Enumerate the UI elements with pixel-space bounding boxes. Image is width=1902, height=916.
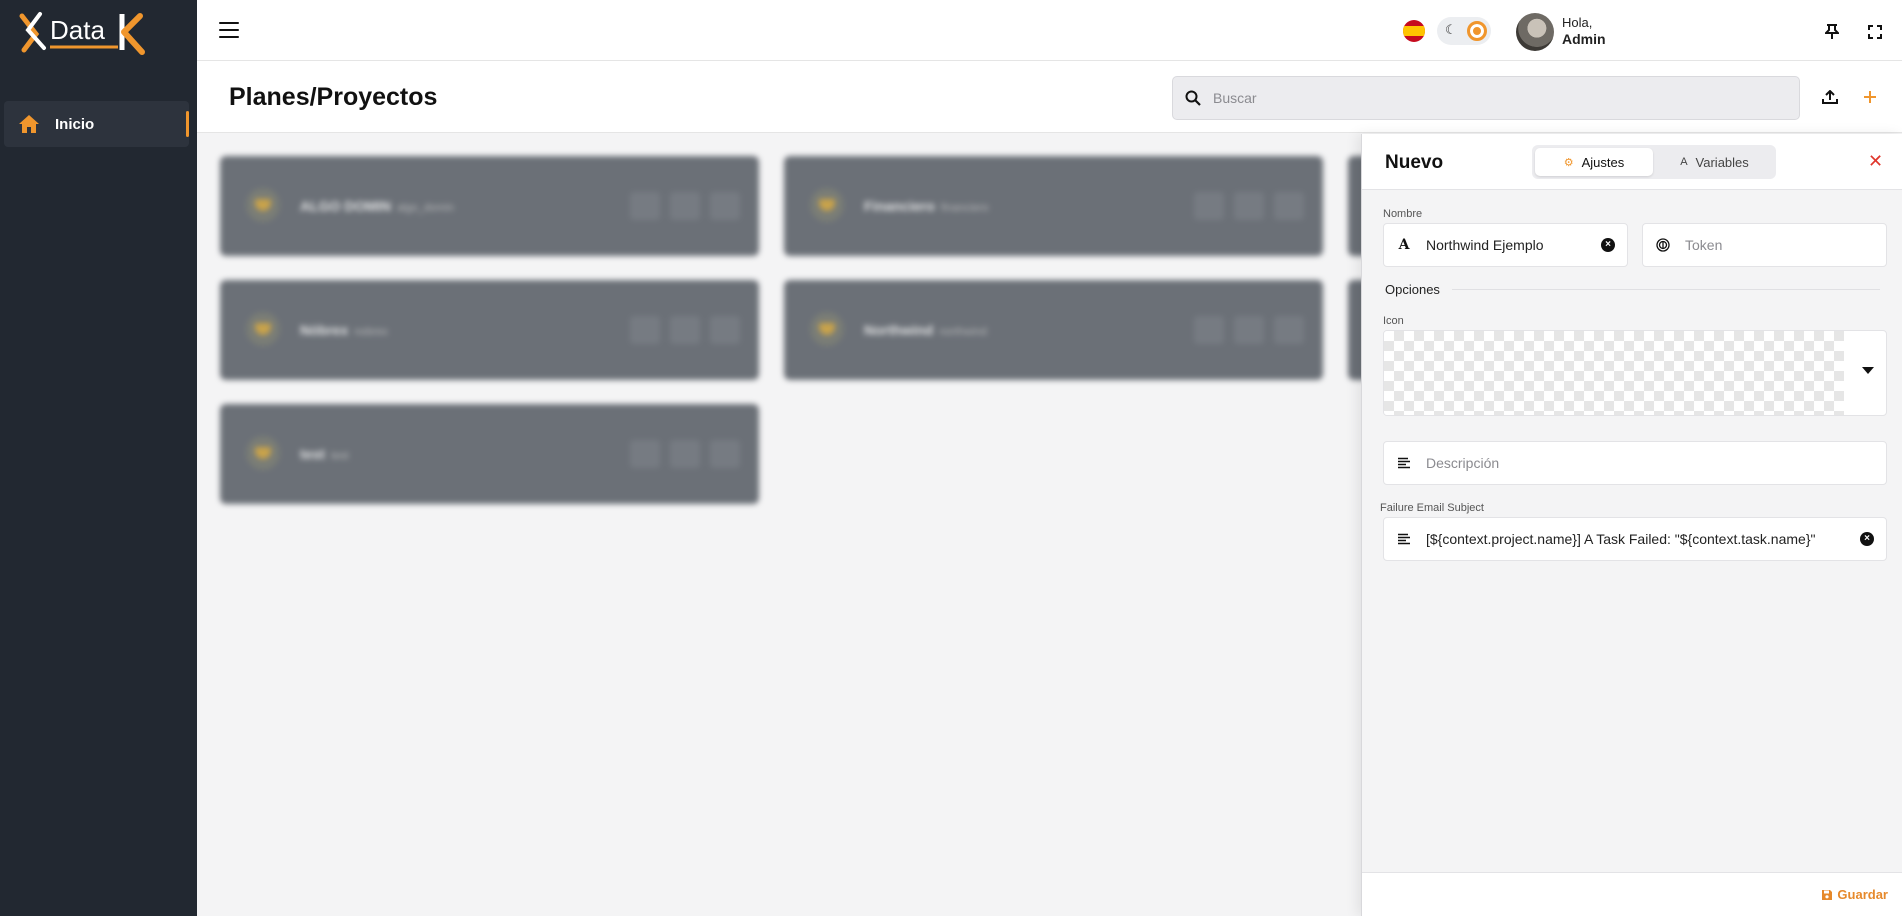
delete-button[interactable] bbox=[710, 440, 740, 468]
close-icon[interactable]: ✕ bbox=[1868, 151, 1883, 172]
project-name: ALGO DOMIN algo_domin bbox=[300, 198, 454, 214]
sidebar-item-label: Inicio bbox=[55, 115, 95, 133]
settings-icon: ⚙ bbox=[1563, 156, 1574, 169]
token-placeholder: Token bbox=[1685, 237, 1723, 253]
align-left-icon bbox=[1396, 533, 1412, 545]
greeting-text: Hola, bbox=[1562, 15, 1593, 30]
project-icon bbox=[246, 436, 280, 470]
save-button[interactable]: Guardar bbox=[1821, 887, 1888, 902]
sun-icon bbox=[1467, 21, 1487, 41]
text-format-icon: A bbox=[1398, 237, 1410, 253]
pin-icon bbox=[1825, 24, 1839, 39]
align-left-icon bbox=[1396, 457, 1412, 469]
download-button[interactable] bbox=[1234, 316, 1264, 344]
top-bar bbox=[197, 0, 1902, 61]
datak-logo[interactable]: Data bbox=[18, 8, 174, 56]
save-label: Guardar bbox=[1837, 887, 1888, 902]
project-name: Northwind northwind bbox=[864, 322, 987, 338]
download-button[interactable] bbox=[670, 440, 700, 468]
fingerprint-icon bbox=[1655, 238, 1671, 252]
drawer-footer: Guardar bbox=[1362, 872, 1902, 916]
active-indicator bbox=[186, 111, 189, 137]
failure-subject-field[interactable]: [${context.project.name}] A Task Failed:… bbox=[1383, 517, 1887, 561]
caret-down-icon[interactable] bbox=[1862, 367, 1874, 374]
delete-button[interactable] bbox=[710, 192, 740, 220]
project-icon bbox=[810, 188, 844, 222]
upload-icon bbox=[1822, 90, 1838, 104]
project-card[interactable]: Financiero financiero bbox=[784, 156, 1323, 256]
project-name: Nóbrex nobrex bbox=[300, 322, 388, 338]
clear-icon[interactable]: × bbox=[1860, 532, 1874, 546]
project-icon bbox=[810, 312, 844, 346]
edit-button[interactable] bbox=[630, 316, 660, 344]
upload-button[interactable] bbox=[1814, 81, 1846, 113]
fullscreen-icon bbox=[1868, 25, 1882, 39]
delete-button[interactable] bbox=[710, 316, 740, 344]
edit-button[interactable] bbox=[630, 440, 660, 468]
user-name: Admin bbox=[1562, 31, 1606, 47]
sidebar: Data Inicio bbox=[0, 0, 197, 916]
page-header: Planes/Proyectos bbox=[197, 61, 1902, 133]
token-field[interactable]: Token bbox=[1642, 223, 1887, 267]
tab-label: Ajustes bbox=[1581, 154, 1625, 170]
plus-icon bbox=[1864, 91, 1876, 103]
icon-picker[interactable] bbox=[1383, 330, 1887, 416]
drawer-header: Nuevo ⚙ Ajustes A Variables ✕ bbox=[1362, 134, 1902, 190]
project-icon bbox=[246, 188, 280, 222]
project-name: test test bbox=[300, 446, 349, 462]
nombre-label: Nombre bbox=[1383, 208, 1423, 220]
failure-subject-value: [${context.project.name}] A Task Failed:… bbox=[1426, 531, 1816, 547]
svg-text:Data: Data bbox=[50, 15, 105, 45]
edit-button[interactable] bbox=[1194, 316, 1224, 344]
tab-label: Variables bbox=[1695, 154, 1749, 170]
home-icon bbox=[17, 112, 41, 136]
edit-button[interactable] bbox=[1194, 192, 1224, 220]
avatar[interactable] bbox=[1516, 13, 1554, 51]
project-card[interactable]: Northwind northwind bbox=[784, 280, 1323, 380]
opciones-heading: Opciones bbox=[1385, 282, 1440, 297]
divider bbox=[1452, 289, 1880, 290]
search-icon bbox=[1185, 90, 1201, 106]
delete-button[interactable] bbox=[1274, 316, 1304, 344]
clear-icon[interactable]: × bbox=[1601, 238, 1615, 252]
floppy-icon bbox=[1822, 889, 1833, 900]
user-greeting[interactable]: Hola, Admin bbox=[1562, 15, 1606, 47]
download-button[interactable] bbox=[1234, 192, 1264, 220]
text-icon: A bbox=[1680, 156, 1688, 168]
project-card[interactable]: test test bbox=[220, 404, 759, 504]
fullscreen-button[interactable] bbox=[1857, 15, 1893, 49]
drawer-title: Nuevo bbox=[1385, 152, 1444, 173]
page-title: Planes/Proyectos bbox=[229, 83, 438, 111]
nombre-field[interactable]: A Northwind Ejemplo × bbox=[1383, 223, 1628, 267]
search-box[interactable] bbox=[1172, 76, 1800, 120]
icon-preview bbox=[1384, 331, 1844, 415]
delete-button[interactable] bbox=[1274, 192, 1304, 220]
moon-icon: ☾ bbox=[1445, 22, 1457, 37]
project-icon bbox=[246, 312, 280, 346]
new-project-drawer: Nuevo ⚙ Ajustes A Variables ✕ Nombre A N… bbox=[1361, 134, 1902, 916]
flag-es-icon[interactable] bbox=[1403, 20, 1425, 42]
search-input[interactable] bbox=[1213, 90, 1773, 106]
download-button[interactable] bbox=[670, 192, 700, 220]
nombre-value: Northwind Ejemplo bbox=[1426, 237, 1544, 253]
project-card[interactable]: Nóbrex nobrex bbox=[220, 280, 759, 380]
descripcion-field[interactable]: Descripción bbox=[1383, 441, 1887, 485]
drawer-tabs: ⚙ Ajustes A Variables bbox=[1532, 145, 1776, 179]
tab-variables[interactable]: A Variables bbox=[1656, 148, 1773, 176]
failure-subject-label: Failure Email Subject bbox=[1380, 502, 1484, 514]
sidebar-item-inicio[interactable]: Inicio bbox=[4, 101, 189, 147]
icon-label: Icon bbox=[1383, 315, 1404, 327]
theme-toggle[interactable]: ☾ bbox=[1437, 17, 1491, 45]
add-button[interactable] bbox=[1854, 81, 1886, 113]
descripcion-placeholder: Descripción bbox=[1426, 455, 1500, 471]
tab-ajustes[interactable]: ⚙ Ajustes bbox=[1535, 148, 1653, 176]
download-button[interactable] bbox=[670, 316, 700, 344]
menu-icon[interactable] bbox=[219, 22, 239, 40]
project-name: Financiero financiero bbox=[864, 198, 989, 214]
edit-button[interactable] bbox=[630, 192, 660, 220]
project-card[interactable]: ALGO DOMIN algo_domin bbox=[220, 156, 759, 256]
pin-button[interactable] bbox=[1814, 15, 1850, 49]
